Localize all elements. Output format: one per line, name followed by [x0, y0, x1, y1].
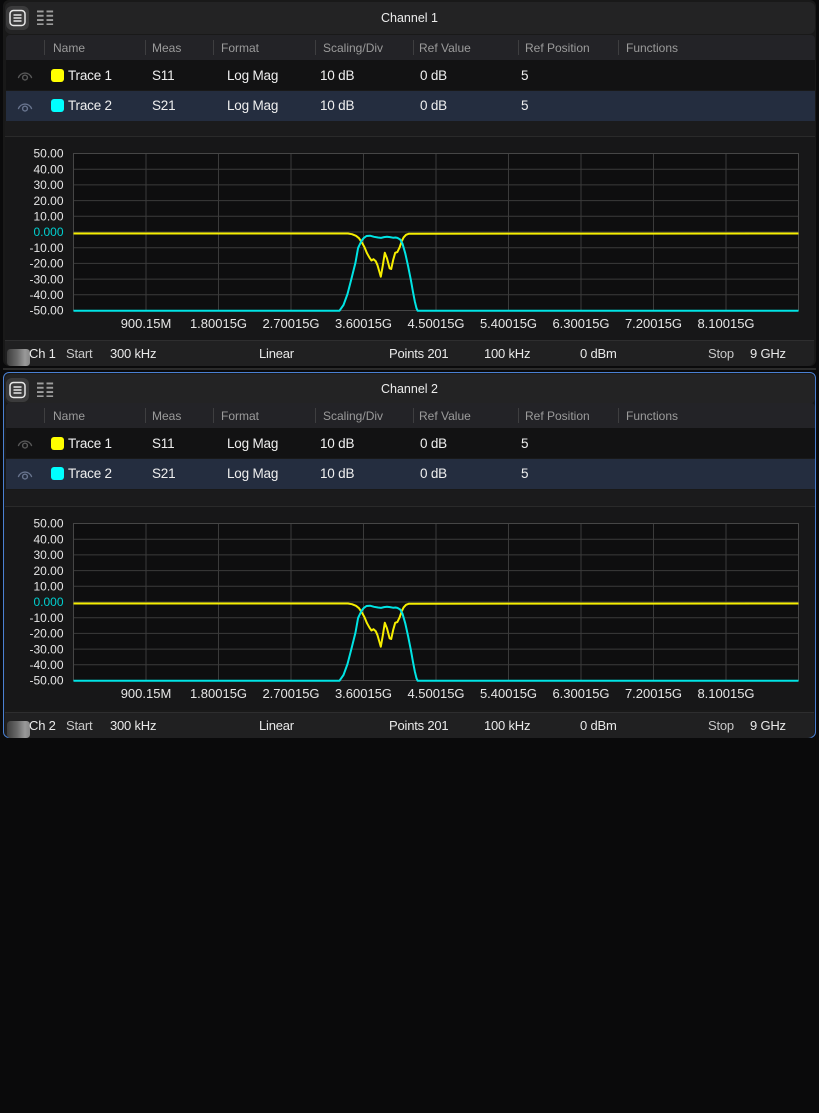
svg-text:-40.00: -40.00 — [29, 288, 63, 302]
svg-text:30.00: 30.00 — [33, 548, 63, 562]
svg-text:8.10015G: 8.10015G — [697, 686, 754, 701]
svg-text:5.40015G: 5.40015G — [480, 316, 537, 331]
svg-text:6.30015G: 6.30015G — [552, 316, 609, 331]
svg-text:6.30015G: 6.30015G — [552, 686, 609, 701]
svg-text:1.80015G: 1.80015G — [190, 686, 247, 701]
svg-text:7.20015G: 7.20015G — [625, 316, 682, 331]
svg-text:50.00: 50.00 — [33, 147, 63, 161]
svg-text:-50.00: -50.00 — [29, 673, 63, 687]
svg-text:20.00: 20.00 — [33, 194, 63, 208]
svg-text:-50.00: -50.00 — [29, 304, 63, 318]
svg-text:3.60015G: 3.60015G — [335, 686, 392, 701]
svg-text:50.00: 50.00 — [33, 516, 63, 530]
svg-text:40.00: 40.00 — [33, 162, 63, 176]
svg-text:10.00: 10.00 — [33, 210, 63, 224]
svg-text:20.00: 20.00 — [33, 563, 63, 577]
svg-text:10.00: 10.00 — [33, 579, 63, 593]
svg-text:8.10015G: 8.10015G — [697, 316, 754, 331]
svg-text:2.70015G: 2.70015G — [262, 316, 319, 331]
svg-text:-20.00: -20.00 — [29, 257, 63, 271]
svg-text:5.40015G: 5.40015G — [480, 686, 537, 701]
svg-text:-30.00: -30.00 — [29, 642, 63, 656]
svg-text:-10.00: -10.00 — [29, 610, 63, 624]
svg-text:1.80015G: 1.80015G — [190, 316, 247, 331]
svg-text:7.20015G: 7.20015G — [625, 686, 682, 701]
svg-text:-10.00: -10.00 — [29, 241, 63, 255]
svg-text:4.50015G: 4.50015G — [407, 686, 464, 701]
svg-text:-40.00: -40.00 — [29, 658, 63, 672]
svg-text:3.60015G: 3.60015G — [335, 316, 392, 331]
svg-text:40.00: 40.00 — [33, 532, 63, 546]
svg-text:-30.00: -30.00 — [29, 272, 63, 286]
svg-text:0.000: 0.000 — [33, 225, 63, 239]
svg-text:900.15M: 900.15M — [121, 316, 172, 331]
svg-text:-20.00: -20.00 — [29, 626, 63, 640]
svg-text:30.00: 30.00 — [33, 178, 63, 192]
svg-text:0.000: 0.000 — [33, 595, 63, 609]
svg-text:900.15M: 900.15M — [121, 686, 172, 701]
svg-text:4.50015G: 4.50015G — [407, 316, 464, 331]
svg-text:2.70015G: 2.70015G — [262, 686, 319, 701]
